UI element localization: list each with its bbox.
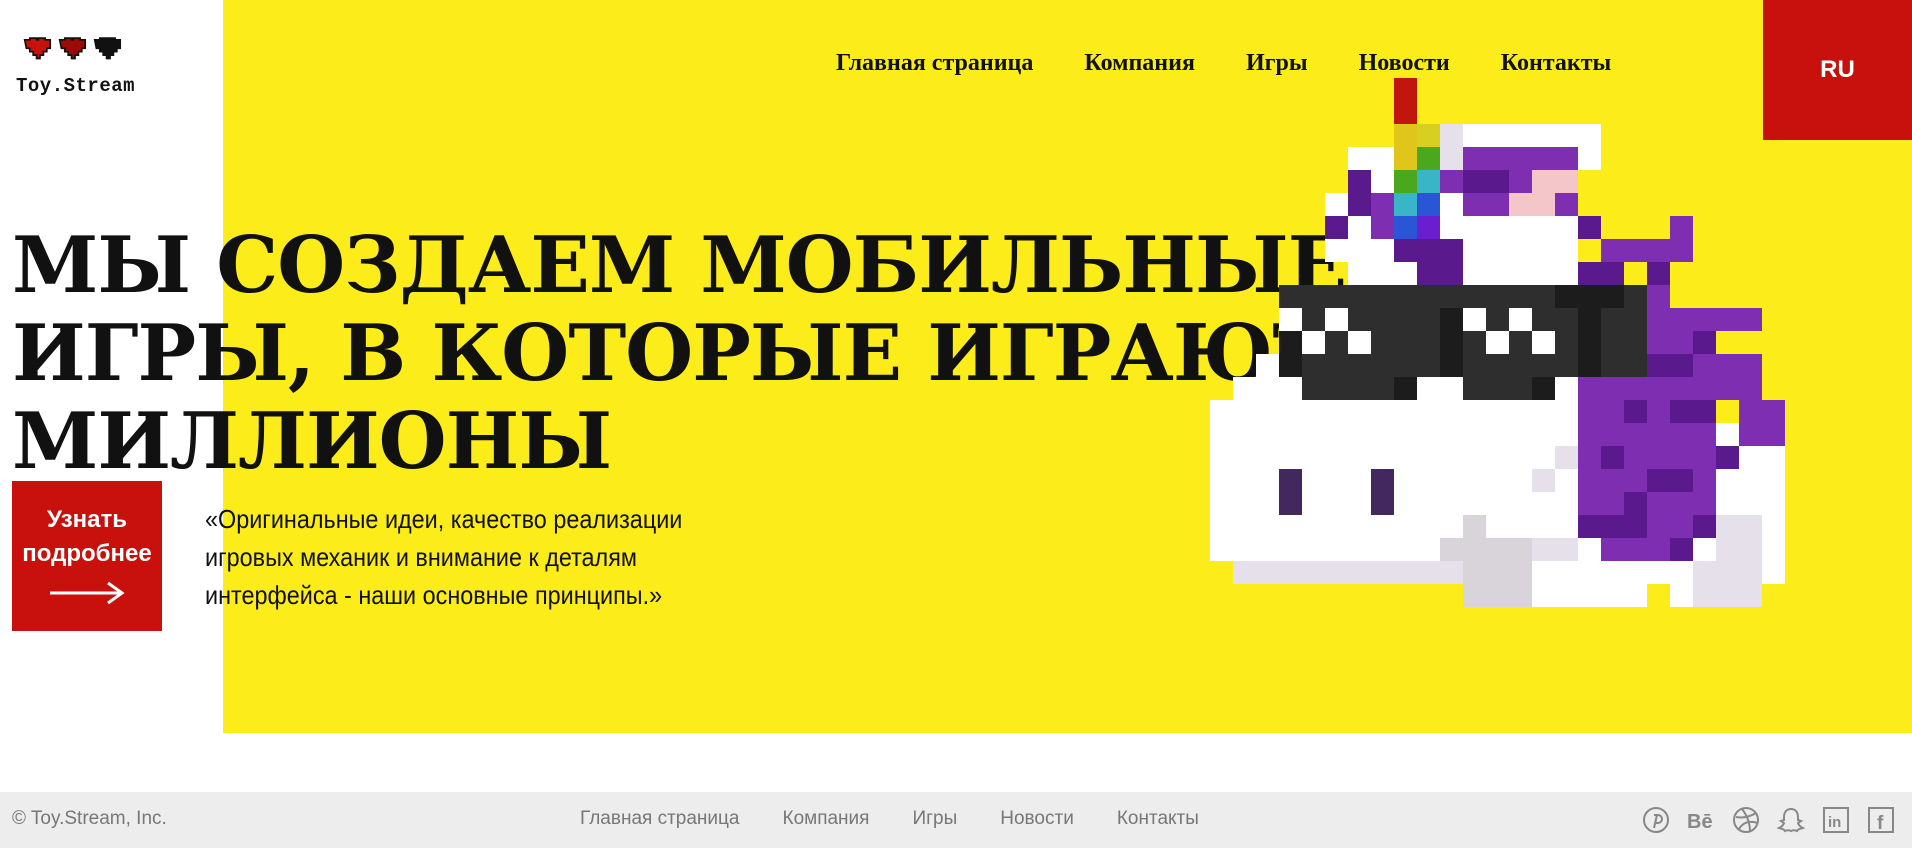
hero-quote: «Оригинальные идеи, качество реализации … <box>205 504 683 610</box>
svg-text:in: in <box>1828 814 1841 831</box>
pinterest-icon[interactable] <box>1640 804 1672 836</box>
nav-contacts[interactable]: Контакты <box>1501 50 1611 77</box>
footer-nav-home[interactable]: Главная страница <box>580 808 740 830</box>
nav-news[interactable]: Новости <box>1359 50 1450 77</box>
main-nav: Главная страница Компания Игры Новости К… <box>836 50 1611 77</box>
learn-more-button[interactable]: Узнать подробнее <box>12 481 162 631</box>
footer-nav-games[interactable]: Игры <box>912 808 957 830</box>
cta-label-line-1: Узнать <box>46 506 127 533</box>
footer-nav-contacts[interactable]: Контакты <box>1117 808 1199 830</box>
footer: © Toy.Stream, Inc. Главная страница Комп… <box>0 792 1912 848</box>
hero-headline: МЫ СОЗДАЕМ МОБИЛЬНЫЕ ИГРЫ, В КОТОРЫЕ ИГР… <box>12 220 1347 487</box>
footer-nav-news[interactable]: Новости <box>1000 808 1074 830</box>
logo[interactable]: Toy.Stream <box>16 33 146 103</box>
cta-label-line-2: подробнее <box>22 540 152 567</box>
logo-text: Toy.Stream <box>16 75 136 97</box>
nav-company[interactable]: Компания <box>1084 50 1195 77</box>
linkedin-icon[interactable]: in <box>1820 804 1852 836</box>
social-links: Bē in f <box>1640 804 1897 836</box>
hearts-icon <box>23 37 122 60</box>
svg-text:Bē: Bē <box>1687 811 1713 832</box>
facebook-icon[interactable]: f <box>1865 804 1897 836</box>
footer-nav: Главная страница Компания Игры Новости К… <box>580 808 1242 830</box>
snapchat-icon[interactable] <box>1775 804 1807 836</box>
headline-line-1: МЫ СОЗДАЕМ МОБИЛЬНЫЕ <box>12 220 1347 311</box>
dribbble-icon[interactable] <box>1730 804 1762 836</box>
footer-copyright: © Toy.Stream, Inc. <box>12 808 167 829</box>
headline-line-2: ИГРЫ, В КОТОРЫЕ ИГРАЮТ <box>12 308 1330 399</box>
behance-icon[interactable]: Bē <box>1685 804 1717 836</box>
nav-home[interactable]: Главная страница <box>836 50 1033 77</box>
nav-games[interactable]: Игры <box>1246 50 1308 77</box>
headline-line-3: МИЛЛИОНЫ <box>12 396 612 487</box>
pixel-unicorn-illustration <box>1210 78 1785 607</box>
footer-nav-company[interactable]: Компания <box>783 808 870 830</box>
svg-text:f: f <box>1877 813 1884 834</box>
arrow-right-icon <box>50 581 125 605</box>
